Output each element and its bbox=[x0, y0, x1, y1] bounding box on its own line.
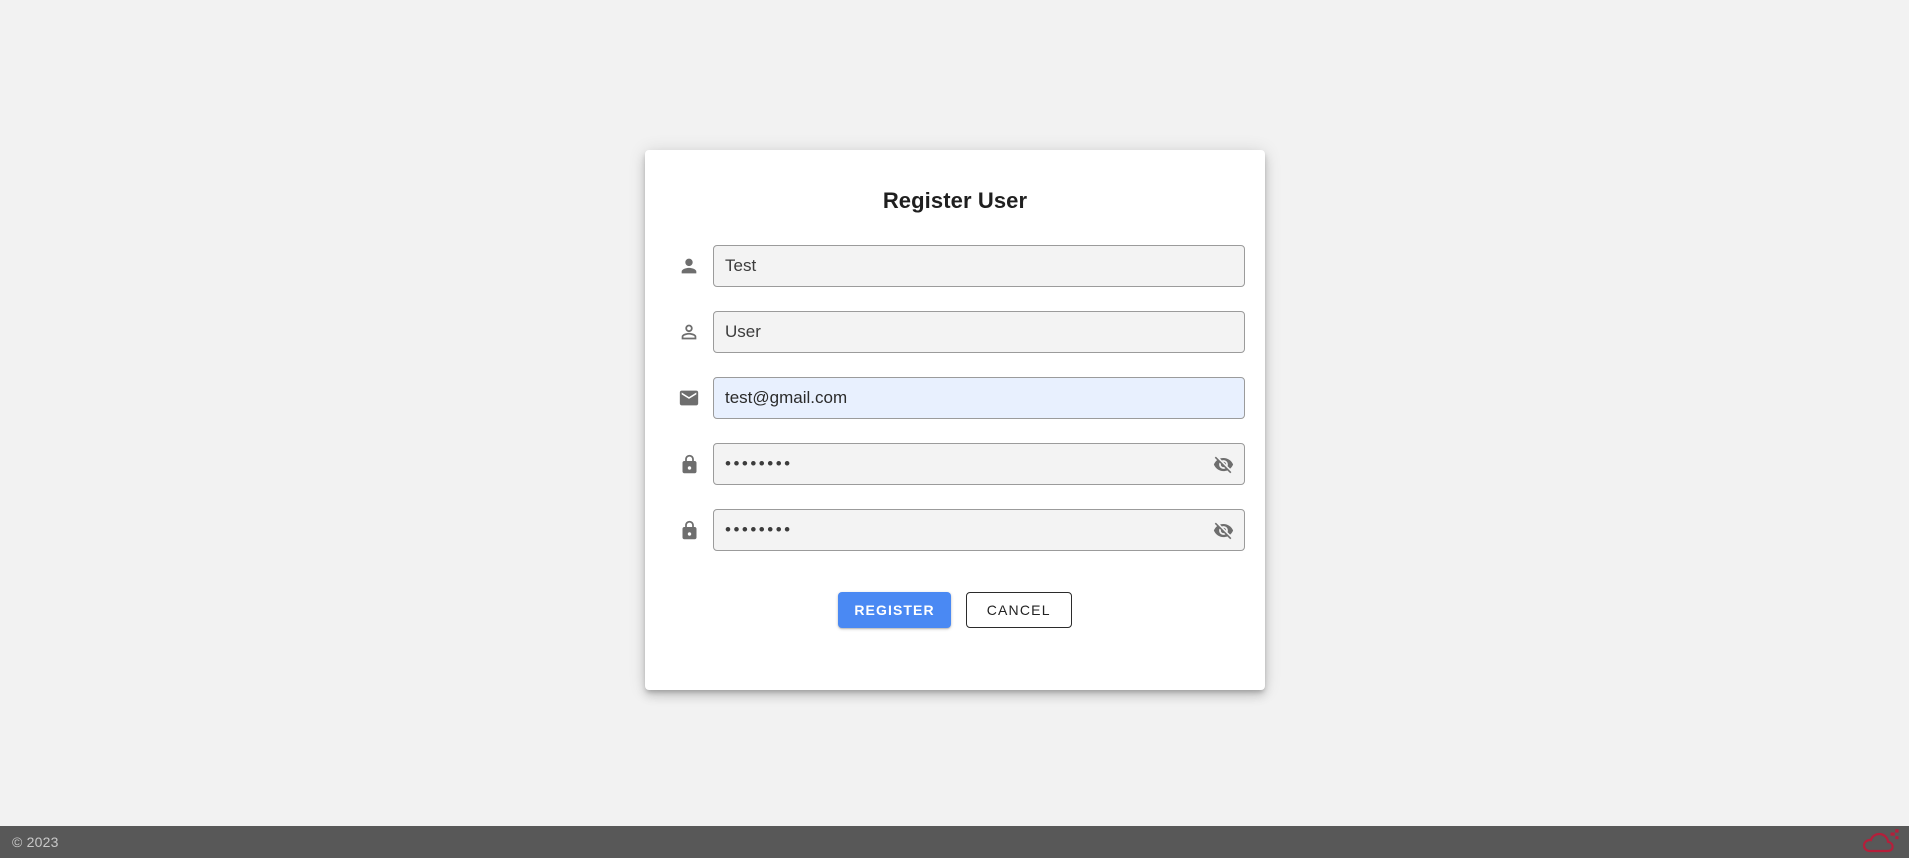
page-footer: © 2023 bbox=[0, 826, 1909, 858]
lock-icon bbox=[665, 515, 713, 545]
email-input[interactable] bbox=[713, 377, 1245, 419]
field-row-last-name bbox=[665, 308, 1245, 356]
register-form: REGISTER CANCEL bbox=[645, 242, 1265, 628]
cancel-button[interactable]: CANCEL bbox=[965, 592, 1072, 628]
field-row-email bbox=[665, 374, 1245, 422]
visibility-off-icon[interactable] bbox=[1209, 450, 1237, 478]
register-card: Register User Test User test@gmail.com •… bbox=[645, 150, 1265, 690]
email-icon bbox=[665, 383, 713, 413]
page-title: Register User bbox=[882, 188, 1028, 213]
email-input-wrap bbox=[713, 377, 1245, 419]
person-icon bbox=[665, 251, 713, 281]
password-input[interactable] bbox=[713, 443, 1245, 485]
field-row-password bbox=[665, 440, 1245, 488]
lock-icon bbox=[665, 449, 713, 479]
last-name-input[interactable] bbox=[713, 311, 1245, 353]
first-name-input-wrap bbox=[713, 245, 1245, 287]
field-row-first-name bbox=[665, 242, 1245, 290]
visibility-off-icon[interactable] bbox=[1209, 516, 1237, 544]
page-content: Register User Test User test@gmail.com •… bbox=[0, 0, 1909, 826]
cloud-logo-icon bbox=[1859, 826, 1903, 856]
confirm-password-input-wrap bbox=[713, 509, 1245, 551]
last-name-input-wrap bbox=[713, 311, 1245, 353]
password-input-wrap bbox=[713, 443, 1245, 485]
copyright-text: © 2023 bbox=[12, 834, 59, 850]
person-outline-icon bbox=[665, 317, 713, 347]
field-row-confirm-password bbox=[665, 506, 1245, 554]
first-name-input[interactable] bbox=[713, 245, 1245, 287]
form-actions: REGISTER CANCEL bbox=[665, 592, 1245, 628]
confirm-password-input[interactable] bbox=[713, 509, 1245, 551]
register-button[interactable]: REGISTER bbox=[838, 592, 951, 628]
